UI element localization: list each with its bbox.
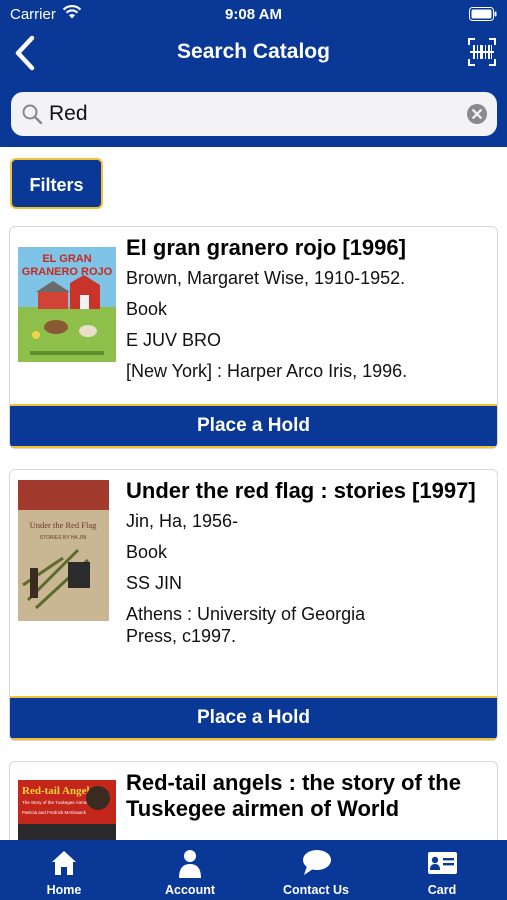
result-title[interactable]: Under the red flag : stories [1997] bbox=[126, 478, 492, 504]
result-info: Under the red flag : stories [1997] Jin,… bbox=[126, 478, 492, 656]
tab-label: Account bbox=[165, 883, 215, 897]
result-card[interactable]: EL GRAN GRANERO ROJO El gran granero roj… bbox=[9, 226, 498, 449]
cover-subtitle-line: The Story of the Tuskegee Airmen bbox=[22, 800, 91, 805]
book-cover[interactable]: EL GRAN GRANERO ROJO bbox=[18, 247, 116, 362]
tab-card[interactable]: Card bbox=[379, 840, 505, 900]
cover-title-line: Red-tail Angels bbox=[22, 785, 95, 797]
place-hold-button[interactable]: Place a Hold bbox=[10, 404, 497, 448]
account-icon bbox=[127, 848, 253, 878]
result-format: Book bbox=[126, 542, 168, 562]
result-call-number: SS JIN bbox=[126, 573, 183, 593]
card-icon bbox=[379, 848, 505, 878]
cover-title-line: GRANERO ROJO bbox=[22, 266, 113, 278]
result-publisher: [New York] : Harper Arco Iris, 1996. bbox=[126, 361, 408, 381]
result-author: Brown, Margaret Wise, 1910-1952. bbox=[126, 268, 406, 288]
result-format: Book bbox=[126, 299, 168, 319]
tab-account[interactable]: Account bbox=[127, 840, 253, 900]
result-info: Red-tail angels : the story of the Tuske… bbox=[126, 770, 492, 840]
result-info: El gran granero rojo [1996] Brown, Marga… bbox=[126, 235, 492, 391]
search-icon bbox=[21, 103, 43, 130]
book-cover[interactable]: Under the Red Flag STORIES BY HA JIN bbox=[18, 480, 109, 621]
search-bar bbox=[11, 92, 497, 136]
page-title: Search Catalog bbox=[177, 40, 330, 63]
header: Carrier 9:08 AM Search Catalog bbox=[0, 0, 507, 147]
cover-author-line: Patricia and Fredrick McKissack bbox=[22, 810, 87, 815]
tab-bar: Home Account Contact Us Card bbox=[0, 840, 507, 900]
cover-title-line: Under the Red Flag bbox=[30, 520, 98, 530]
result-title[interactable]: El gran granero rojo [1996] bbox=[126, 235, 492, 261]
nav-bar: Search Catalog bbox=[0, 28, 507, 78]
tab-label: Home bbox=[46, 883, 82, 897]
filters-button[interactable]: Filters bbox=[10, 158, 103, 209]
cover-title-line: EL GRAN bbox=[42, 253, 91, 265]
tab-label: Card bbox=[427, 883, 457, 897]
cover-subtitle-line: STORIES BY HA JIN bbox=[40, 535, 87, 541]
result-author: Jin, Ha, 1956- bbox=[126, 511, 239, 531]
clock: 9:08 AM bbox=[225, 6, 282, 23]
book-cover[interactable]: Red-tail Angels The Story of the Tuskege… bbox=[18, 780, 116, 840]
tab-label: Contact Us bbox=[283, 883, 349, 897]
result-publisher: Athens : University of Georgia Press, c1… bbox=[126, 604, 366, 646]
home-icon bbox=[1, 848, 127, 878]
place-hold-button[interactable]: Place a Hold bbox=[10, 696, 497, 740]
battery-icon bbox=[469, 7, 497, 25]
status-bar: Carrier 9:08 AM bbox=[0, 4, 507, 26]
chat-icon bbox=[253, 848, 379, 878]
search-input[interactable] bbox=[49, 98, 449, 130]
result-card[interactable]: Under the Red Flag STORIES BY HA JIN Und… bbox=[9, 469, 498, 741]
result-title[interactable]: Red-tail angels : the story of the Tuske… bbox=[126, 770, 492, 822]
result-call-number: E JUV BRO bbox=[126, 330, 222, 350]
tab-home[interactable]: Home bbox=[1, 840, 127, 900]
result-card[interactable]: Red-tail Angels The Story of the Tuskege… bbox=[9, 761, 498, 840]
barcode-scan-icon[interactable] bbox=[467, 36, 497, 68]
tab-contact-us[interactable]: Contact Us bbox=[253, 840, 379, 900]
clear-icon[interactable] bbox=[467, 104, 487, 129]
